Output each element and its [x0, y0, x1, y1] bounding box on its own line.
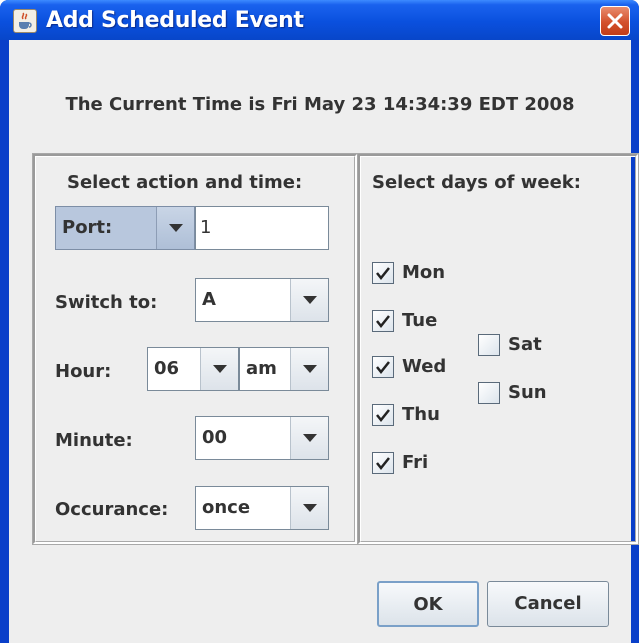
- ampm-value: am: [246, 358, 277, 379]
- checkbox-label: Mon: [402, 262, 446, 283]
- checkbox[interactable]: [478, 382, 500, 404]
- port-type-dropdown-arrow[interactable]: [156, 207, 194, 249]
- checkbox-label: Tue: [402, 310, 438, 331]
- minute-select[interactable]: 00: [195, 416, 329, 460]
- checkmark-icon: [376, 267, 390, 281]
- checkbox[interactable]: [372, 404, 394, 426]
- ampm-dropdown-arrow[interactable]: [290, 348, 328, 390]
- port-type-value: Port:: [62, 217, 113, 238]
- checkbox[interactable]: [372, 452, 394, 474]
- ok-button[interactable]: OK: [377, 581, 479, 627]
- switch-to-value: A: [202, 289, 216, 310]
- cancel-button[interactable]: Cancel: [487, 581, 609, 627]
- checkbox-label: Fri: [402, 452, 429, 473]
- checkmark-icon: [376, 457, 390, 471]
- days-of-week-panel-title: Select days of week:: [372, 172, 581, 193]
- occurance-dropdown-arrow[interactable]: [290, 487, 328, 529]
- chevron-down-icon: [303, 365, 317, 373]
- port-number-input[interactable]: 1: [195, 206, 329, 250]
- checkbox[interactable]: [372, 262, 394, 284]
- chevron-down-icon: [303, 296, 317, 304]
- action-time-panel-title: Select action and time:: [67, 172, 303, 193]
- chevron-down-icon: [303, 434, 317, 442]
- occurance-value: once: [202, 497, 251, 518]
- chevron-down-icon: [213, 365, 227, 373]
- close-icon: [607, 13, 623, 29]
- title-bar[interactable]: Add Scheduled Event: [0, 0, 639, 40]
- chevron-down-icon: [169, 224, 183, 232]
- switch-to-label: Switch to:: [55, 292, 158, 313]
- checkmark-icon: [376, 315, 390, 329]
- switch-to-select[interactable]: A: [195, 278, 329, 322]
- checkbox-label: Sat: [508, 334, 542, 355]
- window-title: Add Scheduled Event: [46, 8, 304, 33]
- checkbox[interactable]: [478, 334, 500, 356]
- days-of-week-panel: Select days of week: Mon Tue Wed Thu Fri…: [357, 153, 639, 545]
- hour-select[interactable]: 06: [147, 347, 239, 391]
- checkmark-icon: [376, 409, 390, 423]
- java-cup-icon: [13, 9, 37, 33]
- dialog-window: Add Scheduled Event The Current Time is …: [0, 0, 639, 643]
- hour-label: Hour:: [55, 361, 112, 382]
- checkbox-label: Sun: [508, 382, 547, 403]
- checkmark-icon: [376, 361, 390, 375]
- minute-dropdown-arrow[interactable]: [290, 417, 328, 459]
- occurance-select[interactable]: once: [195, 486, 329, 530]
- ampm-select[interactable]: am: [239, 347, 329, 391]
- port-number-value: 1: [200, 217, 212, 238]
- checkbox[interactable]: [372, 356, 394, 378]
- checkbox[interactable]: [372, 310, 394, 332]
- action-time-panel: Select action and time: Port: 1 Switch t…: [32, 153, 358, 545]
- minute-label: Minute:: [55, 430, 133, 451]
- port-type-select[interactable]: Port:: [55, 206, 195, 250]
- current-time-text: The Current Time is Fri May 23 14:34:39 …: [65, 94, 575, 115]
- chevron-down-icon: [303, 504, 317, 512]
- checkbox-label: Wed: [402, 356, 447, 377]
- hour-value: 06: [154, 358, 180, 379]
- dialog-content: The Current Time is Fri May 23 14:34:39 …: [9, 40, 639, 643]
- occurance-label: Occurance:: [55, 499, 169, 520]
- close-button[interactable]: [600, 6, 630, 36]
- hour-dropdown-arrow[interactable]: [200, 348, 238, 390]
- minute-value: 00: [202, 427, 228, 448]
- switch-to-dropdown-arrow[interactable]: [290, 279, 328, 321]
- checkbox-label: Thu: [402, 404, 440, 425]
